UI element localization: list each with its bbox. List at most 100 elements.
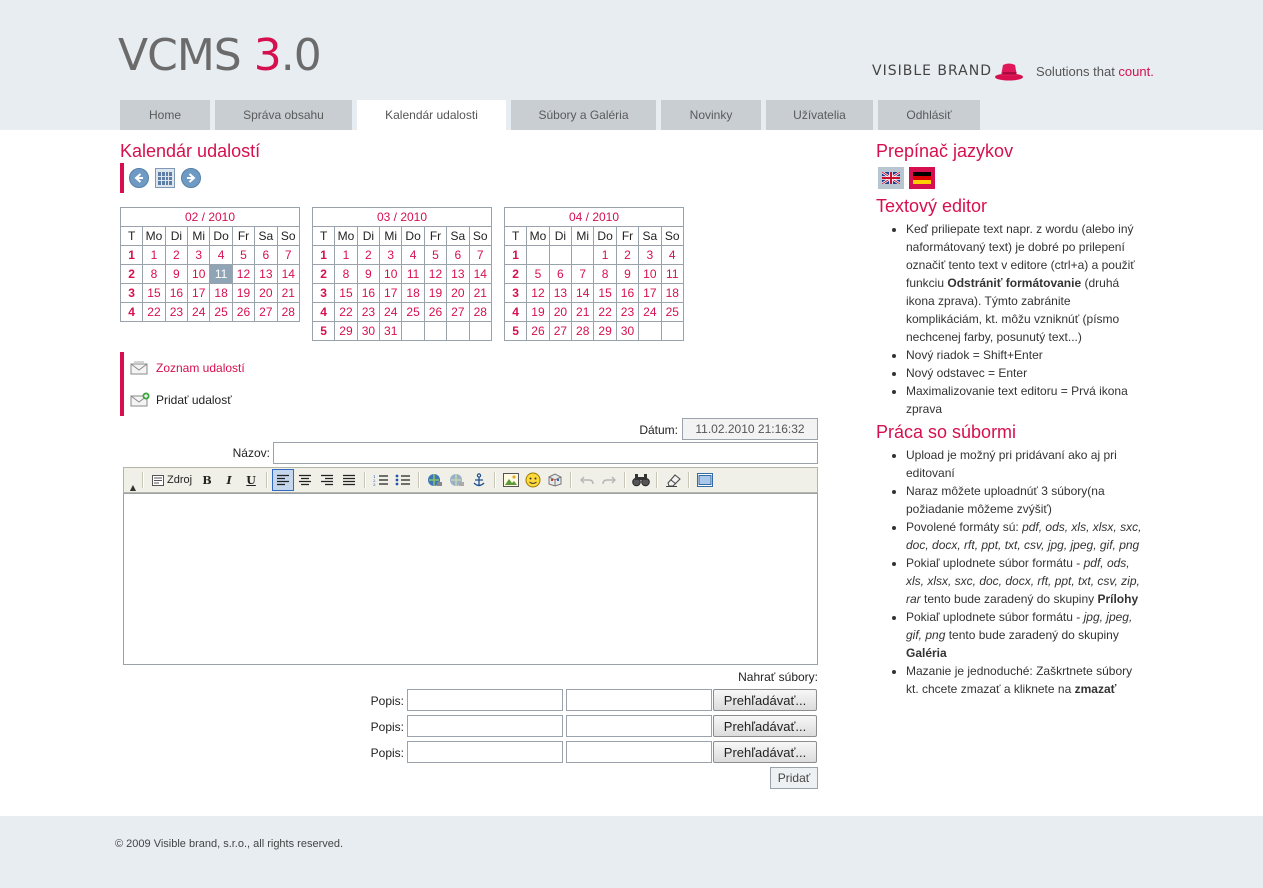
calendar-day[interactable]: 28 [468,302,493,322]
calendar-day[interactable]: 5 [423,245,448,265]
calendar-day[interactable]: 6 [548,264,573,284]
align-justify-icon[interactable] [338,469,360,491]
description-input-1[interactable] [407,689,563,711]
calendar-day[interactable]: 28 [571,321,595,341]
calendar-day[interactable]: 27 [548,321,573,341]
calendar-day[interactable]: 24 [187,302,211,322]
calendar-day[interactable]: 4 [401,245,425,265]
calendar-day[interactable]: 14 [571,283,595,303]
align-right-icon[interactable] [316,469,338,491]
calendar-day[interactable]: 17 [638,283,662,303]
calendar-day[interactable]: 31 [379,321,403,341]
description-input-2[interactable] [407,715,563,737]
calendar-day[interactable]: 15 [593,283,617,303]
date-field[interactable]: 11.02.2010 21:16:32 [682,418,818,440]
description-input-3[interactable] [407,741,563,763]
calendar-day[interactable]: 18 [209,283,233,303]
calendar-day[interactable]: 1 [593,245,617,265]
calendar-day[interactable]: 18 [401,283,425,303]
calendar-day[interactable]: 25 [209,302,233,322]
calendar-day[interactable]: 29 [334,321,358,341]
calendar-day[interactable]: 18 [660,283,685,303]
calendar-day[interactable]: 19 [526,302,550,322]
calendar-day[interactable]: 26 [526,321,550,341]
align-left-icon[interactable] [272,469,295,491]
bold-button[interactable]: B [196,469,218,491]
calendar-day[interactable]: 25 [401,302,425,322]
calendar-day[interactable]: 15 [142,283,166,303]
special-char-icon[interactable] [544,469,566,491]
calendar-day[interactable]: 20 [548,302,573,322]
calendar-day[interactable]: 30 [356,321,381,341]
underline-button[interactable]: U [240,469,262,491]
anchor-icon[interactable] [468,469,490,491]
calendar-day[interactable]: 16 [164,283,189,303]
calendar-day[interactable]: 16 [356,283,381,303]
calendar-day[interactable]: 14 [276,264,301,284]
flag-uk-icon[interactable] [878,167,904,189]
calendar-day[interactable]: 13 [548,283,573,303]
calendar-day[interactable]: 9 [356,264,381,284]
find-icon[interactable] [630,469,652,491]
calendar-day[interactable]: 27 [254,302,278,322]
calendar-day[interactable]: 2 [356,245,381,265]
calendar-day[interactable]: 17 [379,283,403,303]
calendar-day[interactable]: 22 [334,302,358,322]
calendar-day[interactable]: 11 [401,264,425,284]
calendar-day[interactable]: 11 [209,264,233,284]
image-icon[interactable] [500,469,522,491]
calendar-day[interactable]: 6 [254,245,278,265]
collapse-toolbar-icon[interactable]: ▲ [128,468,138,492]
calendar-day[interactable]: 7 [468,245,493,265]
calendar-day[interactable]: 11 [660,264,685,284]
calendar-day[interactable]: 23 [164,302,189,322]
calendar-day[interactable]: 3 [187,245,211,265]
calendar-day[interactable]: 21 [468,283,493,303]
calendar-day[interactable]: 13 [446,264,470,284]
calendar-day[interactable]: 12 [423,264,448,284]
calendar-day[interactable]: 10 [638,264,662,284]
calendar-day[interactable]: 8 [334,264,358,284]
browse-button-1[interactable]: Prehľadávať... [713,689,817,711]
calendar-icon[interactable] [155,168,175,188]
align-center-icon[interactable] [294,469,316,491]
calendar-day[interactable]: 15 [334,283,358,303]
calendar-day[interactable]: 16 [615,283,640,303]
calendar-day[interactable]: 3 [638,245,662,265]
file-path-input-1[interactable] [566,689,712,711]
calendar-day[interactable]: 24 [638,302,662,322]
calendar-day[interactable]: 8 [142,264,166,284]
calendar-day[interactable]: 23 [356,302,381,322]
calendar-day[interactable]: 22 [593,302,617,322]
calendar-day[interactable]: 9 [615,264,640,284]
tab-home[interactable]: Home [120,100,210,130]
source-button[interactable]: Zdroj [148,469,196,491]
calendar-day[interactable]: 20 [446,283,470,303]
calendar-day[interactable]: 21 [276,283,301,303]
calendar-day[interactable]: 19 [423,283,448,303]
calendar-day[interactable]: 2 [164,245,189,265]
calendar-day[interactable]: 12 [231,264,256,284]
submit-button[interactable]: Pridať [770,767,818,789]
calendar-day[interactable]: 7 [276,245,301,265]
tab-odhlasit[interactable]: Odhlásiť [878,100,980,130]
remove-format-icon[interactable] [662,469,684,491]
calendar-day[interactable]: 27 [446,302,470,322]
calendar-day[interactable]: 29 [593,321,617,341]
calendar-day[interactable]: 26 [231,302,256,322]
calendar-day[interactable]: 30 [615,321,640,341]
calendar-day[interactable]: 13 [254,264,278,284]
numbered-list-icon[interactable]: 123 [370,469,392,491]
calendar-day[interactable]: 10 [379,264,403,284]
browse-button-2[interactable]: Prehľadávať... [713,715,817,737]
calendar-day[interactable]: 10 [187,264,211,284]
calendar-day[interactable]: 20 [254,283,278,303]
text-editor-area[interactable] [123,493,818,665]
calendar-day[interactable]: 28 [276,302,301,322]
file-path-input-2[interactable] [566,715,712,737]
bullet-list-icon[interactable] [392,469,414,491]
italic-button[interactable]: I [218,469,240,491]
maximize-icon[interactable] [694,469,716,491]
calendar-day[interactable]: 22 [142,302,166,322]
tab-subory-galeria[interactable]: Súbory a Galéria [511,100,656,130]
